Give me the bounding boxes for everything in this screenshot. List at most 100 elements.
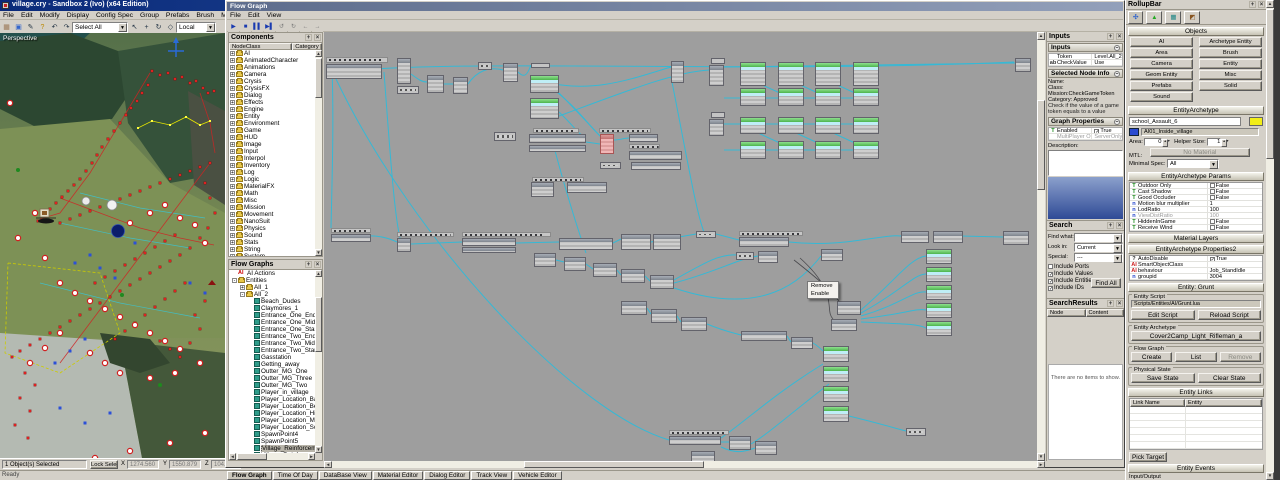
tree-item[interactable]: Entrance_Two_Middle	[229, 340, 315, 347]
graph-node[interactable]	[1015, 58, 1031, 72]
export-icon[interactable]: ✎	[25, 22, 36, 33]
component-item[interactable]: +Stats	[229, 239, 315, 246]
component-item[interactable]: +MaterialFX	[229, 183, 315, 190]
expand-icon[interactable]: +	[230, 121, 235, 126]
tab-objects[interactable]: ✣	[1128, 11, 1143, 24]
redo-icon[interactable]: ↷	[61, 22, 72, 33]
pin-icon[interactable]: +	[1249, 1, 1256, 8]
chevron-down-icon[interactable]: ▼	[1113, 234, 1122, 243]
menu-modify[interactable]: Modify	[37, 11, 64, 20]
graph-comment-node[interactable]	[331, 228, 371, 233]
entity-links-header[interactable]: Entity Links	[1128, 388, 1264, 397]
graph-node[interactable]	[397, 238, 411, 252]
object-type-button-brush[interactable]: Brush	[1199, 48, 1262, 58]
graph-node[interactable]	[397, 58, 411, 84]
expand-icon[interactable]: +	[230, 170, 235, 175]
chevron-down-icon[interactable]: ▼	[1209, 160, 1218, 169]
graph-property-row[interactable]: MultiPlayer OptionsServerOnly	[1049, 134, 1122, 140]
checkbox-icon[interactable]	[1210, 183, 1215, 188]
checkbox-icon[interactable]: ✓	[1210, 257, 1215, 261]
expand-icon[interactable]: +	[230, 93, 235, 98]
props2-section-header[interactable]: EntityArchetype Properties2	[1128, 245, 1264, 254]
fg-menu-view[interactable]: View	[264, 11, 286, 20]
graph-node[interactable]	[821, 249, 843, 261]
column-node[interactable]: Node	[1047, 309, 1086, 317]
tree-item[interactable]: -All_2	[229, 291, 315, 298]
graph-comment-node[interactable]	[629, 144, 660, 149]
tree-item[interactable]: Outter_MG_Two	[229, 382, 315, 389]
inputs-section-header[interactable]: Inputs–	[1048, 43, 1123, 52]
graph-node[interactable]	[711, 58, 725, 64]
menu-display[interactable]: Display	[64, 11, 93, 20]
param-row[interactable]: TReceive WindFalse	[1130, 225, 1262, 231]
expand-icon[interactable]: +	[230, 233, 235, 238]
fg-menu-edit[interactable]: Edit	[245, 11, 264, 20]
tree-item[interactable]: Player_Location_Main	[229, 417, 315, 424]
expand-icon[interactable]: +	[230, 142, 235, 147]
object-type-button-solid[interactable]: Solid	[1199, 81, 1262, 91]
expand-icon[interactable]: +	[230, 100, 235, 105]
menu-brush[interactable]: Brush	[193, 11, 218, 20]
graph-node[interactable]	[823, 346, 849, 362]
objects-section-header[interactable]: Objects	[1128, 27, 1264, 36]
graph-node[interactable]	[621, 234, 651, 250]
close-icon[interactable]: ×	[1116, 33, 1123, 40]
pin-icon[interactable]: +	[305, 261, 312, 268]
graph-node[interactable]	[815, 117, 841, 134]
new-icon[interactable]: ▦	[1, 22, 12, 33]
select-mode-combo[interactable]: Select All▼	[72, 22, 128, 33]
graph-node[interactable]	[831, 319, 857, 331]
cursor-icon[interactable]: ↖	[129, 22, 140, 33]
graph-node[interactable]	[600, 134, 614, 154]
graph-node[interactable]	[901, 231, 929, 243]
checkbox-icon[interactable]: ✓	[1048, 286, 1053, 291]
scale-icon[interactable]: ◇	[165, 22, 176, 33]
redo-icon[interactable]: ↻	[288, 21, 299, 32]
tree-item[interactable]: SpawnPoint4	[229, 431, 315, 438]
archetype-lib-icon[interactable]	[1129, 128, 1139, 136]
lock-selection-button[interactable]: Lock Selection	[90, 460, 118, 469]
graph-node[interactable]	[462, 238, 516, 246]
expand-icon[interactable]: +	[230, 128, 235, 133]
object-type-button-geom-entity[interactable]: Geom Entity	[1130, 70, 1193, 80]
component-item[interactable]: +Effects	[229, 99, 315, 106]
column-content[interactable]: Content	[1086, 309, 1125, 317]
tab-display[interactable]: ▦	[1165, 11, 1181, 24]
close-icon[interactable]: ×	[1116, 222, 1123, 229]
graph-node[interactable]	[755, 441, 777, 455]
graph-node[interactable]	[326, 64, 382, 79]
graph-node[interactable]	[1003, 231, 1029, 245]
component-item[interactable]: +Physics	[229, 225, 315, 232]
tree-item[interactable]: Claymores_1	[229, 305, 315, 312]
reload-script-button[interactable]: Reload Script	[1198, 310, 1262, 320]
graph-node[interactable]	[741, 331, 787, 341]
fg-menu-file[interactable]: File	[227, 11, 245, 20]
graph-node[interactable]	[926, 249, 952, 264]
expand-icon[interactable]: +	[240, 285, 245, 290]
object-type-button-archetype-entity[interactable]: Archetype Entity	[1199, 37, 1262, 47]
edit-script-button[interactable]: Edit Script	[1131, 310, 1195, 320]
expand-icon[interactable]: +	[230, 212, 235, 217]
graph-node[interactable]	[653, 234, 681, 250]
graph-node[interactable]	[621, 301, 647, 315]
search-check-include-values[interactable]: ✓Include Values	[1048, 271, 1123, 278]
canvas-hscrollbar[interactable]: ◄►	[324, 461, 1045, 468]
object-type-button-ai[interactable]: AI	[1130, 37, 1193, 47]
close-icon[interactable]: ×	[1116, 300, 1123, 307]
component-item[interactable]: +Dialog	[229, 92, 315, 99]
checkbox-icon[interactable]	[1210, 219, 1215, 224]
graph-node[interactable]	[691, 451, 715, 461]
graph-node[interactable]	[778, 141, 804, 159]
entity-events-header[interactable]: Entity Events	[1128, 464, 1264, 473]
graph-node[interactable]	[629, 134, 658, 142]
pause-icon[interactable]: ▌▌	[252, 21, 263, 32]
graph-node[interactable]	[758, 251, 778, 263]
checkbox-icon[interactable]	[1210, 195, 1215, 200]
component-item[interactable]: +Movement	[229, 211, 315, 218]
graph-comment-node[interactable]	[739, 231, 803, 236]
entity-grunt-header[interactable]: Entity: Grunt	[1128, 283, 1264, 292]
expand-icon[interactable]: -	[240, 292, 245, 297]
component-item[interactable]: +AI	[229, 50, 315, 57]
graph-node[interactable]	[926, 267, 952, 282]
component-item[interactable]: +Camera	[229, 71, 315, 78]
